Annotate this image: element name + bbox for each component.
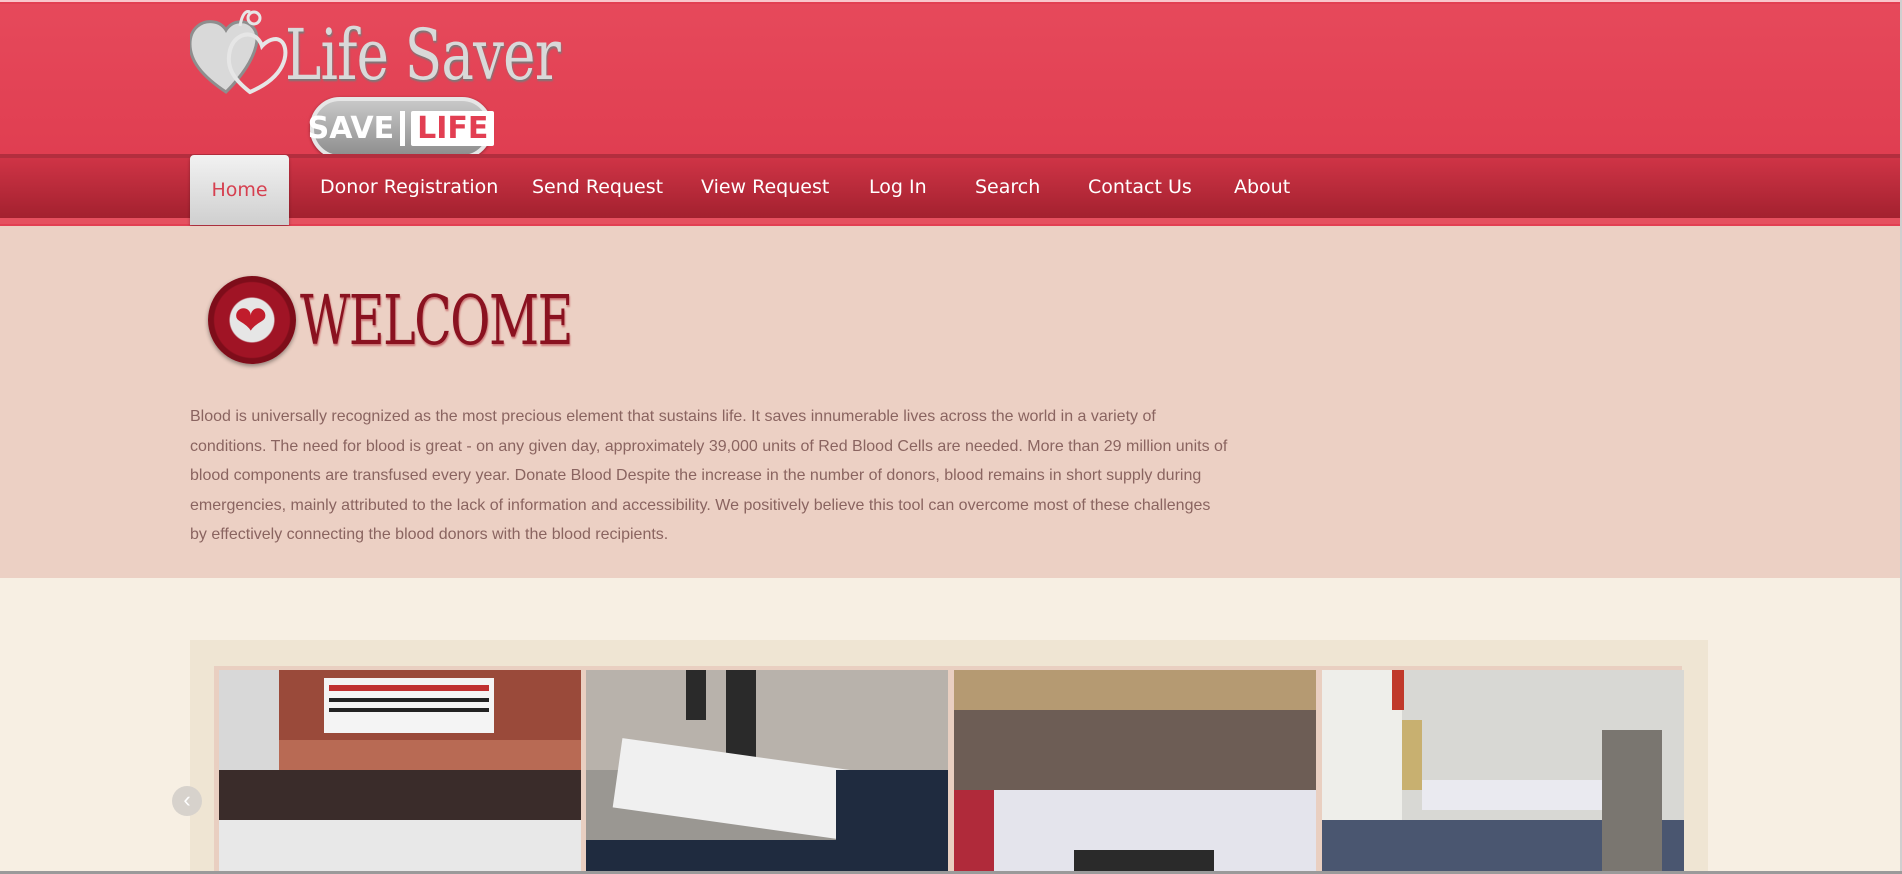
nav-item-donor-registration[interactable]: Donor Registration [320, 158, 498, 218]
hearts-logo-icon [190, 10, 288, 95]
chevron-left-icon[interactable]: ‹ [172, 786, 202, 816]
gallery-photo-4[interactable] [1322, 670, 1684, 874]
badge-left-text: SAVE [308, 110, 406, 146]
welcome-heading: WELCOME [300, 282, 573, 361]
logo[interactable]: Life Saver SAVE LIFE [190, 4, 570, 159]
welcome-banner: ❤ WELCOME [208, 276, 573, 376]
donation-hall-image [1322, 670, 1684, 874]
header-banner: Life Saver SAVE LIFE [0, 4, 1900, 159]
nav-item-view-request[interactable]: View Request [701, 158, 829, 218]
main-nav: Home Donor Registration Send Request Vie… [0, 155, 1900, 225]
logo-title: Life Saver [285, 14, 561, 96]
gallery-photo-2[interactable] [586, 670, 948, 874]
nav-item-home[interactable]: Home [190, 155, 289, 225]
large-group-image [954, 670, 1316, 874]
nav-item-send-request[interactable]: Send Request [532, 158, 663, 218]
group-photo-image [219, 670, 581, 874]
photo-gallery [190, 640, 1708, 874]
gallery-photo-3[interactable] [954, 670, 1316, 874]
nav-item-about[interactable]: About [1234, 158, 1290, 218]
blood-drop-icon: ❤ [234, 299, 268, 343]
nav-item-search[interactable]: Search [975, 158, 1040, 218]
welcome-paragraph: Blood is universally recognized as the m… [190, 408, 1228, 543]
badge-right-text: LIFE [411, 110, 495, 146]
nav-item-contact-us[interactable]: Contact Us [1088, 158, 1192, 218]
header: Life Saver SAVE LIFE Home Donor Registra… [0, 0, 1900, 227]
save-life-badge: SAVE LIFE [308, 97, 495, 159]
gallery-photo-1[interactable] [219, 670, 581, 874]
blood-drop-emblem-icon: ❤ [208, 276, 296, 364]
nav-item-log-in[interactable]: Log In [869, 158, 927, 218]
welcome-section: ❤ WELCOME Blood is universally recognize… [0, 226, 1900, 578]
donors-lying-image [586, 670, 948, 874]
